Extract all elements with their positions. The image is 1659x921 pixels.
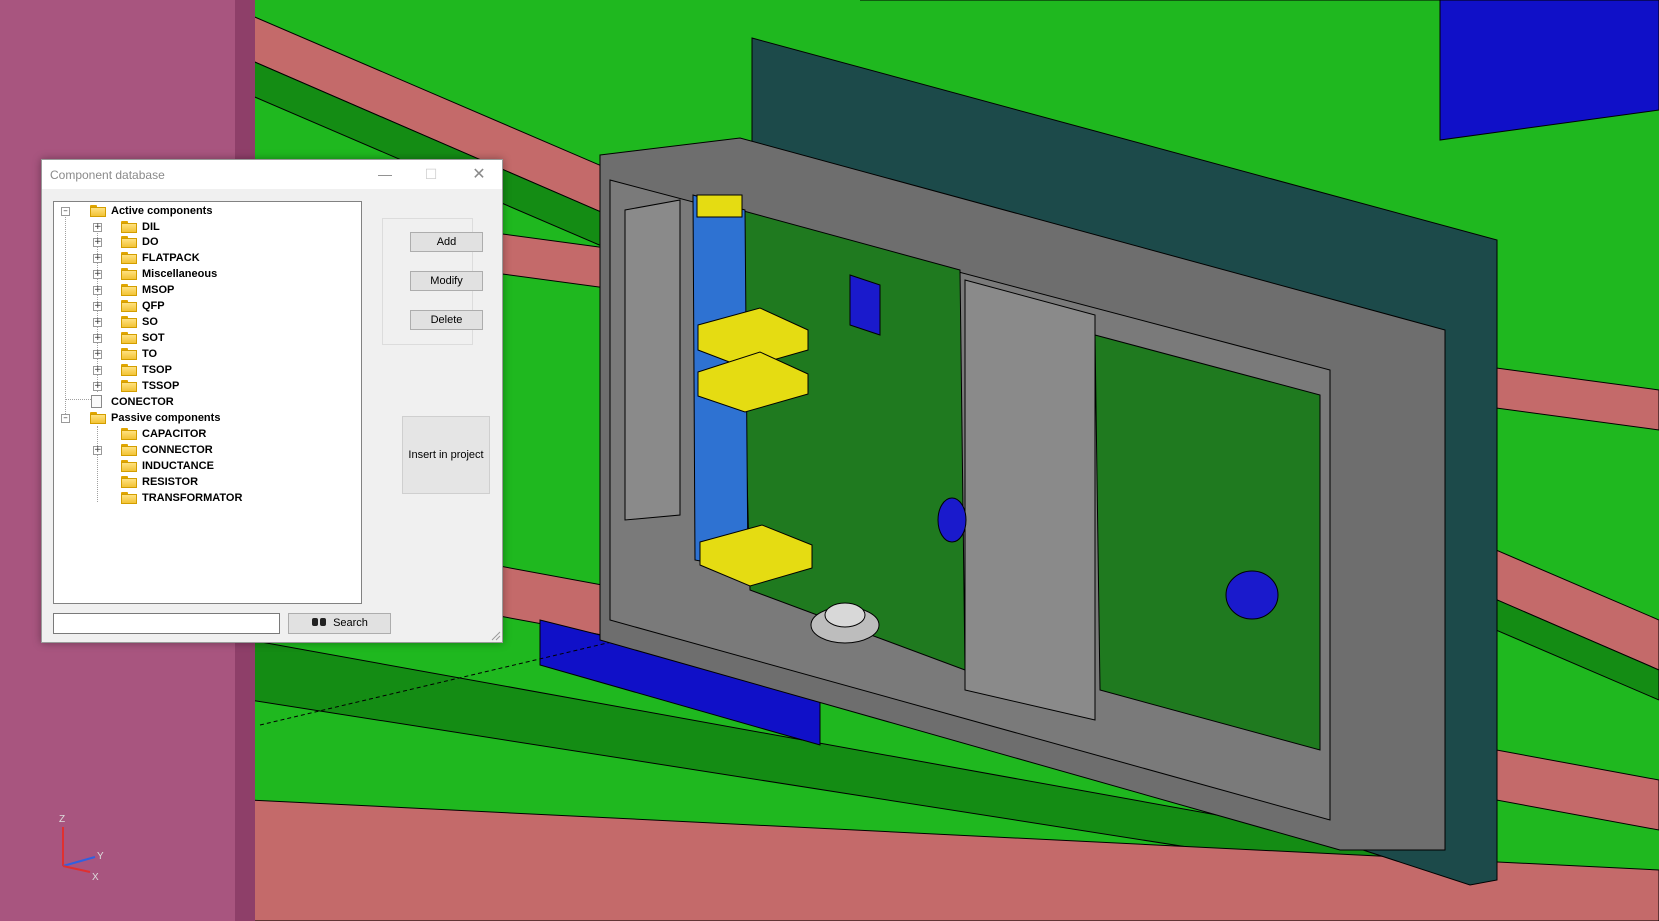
tree-node-transformator[interactable]: TRANSFORMATOR	[54, 490, 354, 506]
tree-node-label: TSSOP	[142, 380, 180, 392]
tree-node-inductance[interactable]: INDUCTANCE	[54, 458, 354, 474]
collapse-icon[interactable]: –	[61, 207, 70, 216]
folder-icon	[121, 380, 137, 392]
folder-icon	[121, 252, 137, 264]
expand-icon[interactable]: +	[93, 270, 102, 279]
close-button[interactable]: ✕	[456, 160, 502, 189]
search-input[interactable]	[53, 613, 280, 634]
tree-node-label: Active components	[111, 205, 213, 217]
maximize-button: ☐	[424, 166, 438, 182]
tree-node-passive-components[interactable]: – Passive components	[54, 410, 354, 426]
tree-node-label: FLATPACK	[142, 252, 200, 264]
ic-chip	[849, 274, 881, 336]
tree-node-capacitor[interactable]: CAPACITOR	[54, 426, 354, 442]
tree-node-connector[interactable]: + CONNECTOR	[54, 442, 354, 458]
tree-node-label: Miscellaneous	[142, 268, 218, 280]
expand-icon[interactable]: +	[93, 334, 102, 343]
expand-icon[interactable]: +	[93, 286, 102, 295]
insert-in-project-button[interactable]: Insert in project	[402, 416, 490, 494]
folder-icon	[121, 284, 137, 296]
folder-icon	[121, 492, 137, 504]
tree-node-label: Passive components	[111, 412, 221, 424]
pcb-right	[1094, 334, 1321, 751]
tree-node-label: QFP	[142, 300, 165, 312]
tree-node-tssop[interactable]: + TSSOP	[54, 378, 354, 394]
tree-node-msop[interactable]: + MSOP	[54, 282, 354, 298]
folder-icon	[121, 364, 137, 376]
component-tree[interactable]: – Active components + DIL + DO + FLATPAC…	[53, 201, 362, 604]
tree-node-so[interactable]: + SO	[54, 314, 354, 330]
tree-node-label: TO	[142, 348, 158, 360]
modify-button[interactable]: Modify	[410, 271, 483, 291]
expand-icon[interactable]: +	[93, 366, 102, 375]
blue-button-1	[937, 497, 967, 543]
tree-node-miscellaneous[interactable]: + Miscellaneous	[54, 266, 354, 282]
dialog-titlebar[interactable]: Component database — ☐ ✕	[42, 160, 502, 189]
component-database-dialog: Component database — ☐ ✕ – Active compon…	[41, 159, 503, 643]
tree-node-flatpack[interactable]: + FLATPACK	[54, 250, 354, 266]
search-button-label: Search	[333, 617, 368, 629]
dialog-title: Component database	[50, 168, 165, 182]
tree-node-tsop[interactable]: + TSOP	[54, 362, 354, 378]
folder-icon	[121, 236, 137, 248]
folder-icon	[121, 221, 137, 233]
expand-icon[interactable]: +	[93, 350, 102, 359]
folder-icon	[121, 316, 137, 328]
folder-icon	[121, 332, 137, 344]
tree-node-to[interactable]: + TO	[54, 346, 354, 362]
tree-node-resistor[interactable]: RESISTOR	[54, 474, 354, 490]
expand-icon[interactable]: +	[93, 302, 102, 311]
folder-icon	[121, 476, 137, 488]
tree-node-label: INDUCTANCE	[142, 460, 214, 472]
folder-icon	[90, 205, 106, 217]
folder-icon	[121, 444, 137, 456]
folder-icon	[121, 428, 137, 440]
tree-node-label: TSOP	[142, 364, 172, 376]
axis-z-label: Z	[59, 814, 65, 825]
delete-button[interactable]: Delete	[410, 310, 483, 330]
folder-icon	[121, 300, 137, 312]
tree-node-active-components[interactable]: – Active components	[54, 203, 354, 219]
tree-node-sot[interactable]: + SOT	[54, 330, 354, 346]
resize-grip-icon[interactable]	[491, 631, 501, 641]
tree-node-label: CONNECTOR	[142, 444, 213, 456]
minimize-button[interactable]: —	[362, 160, 408, 189]
folder-icon	[121, 268, 137, 280]
axis-y-label: Y	[97, 851, 104, 862]
tree-node-label: SOT	[142, 332, 165, 344]
axis-x-label: X	[92, 872, 99, 883]
binoculars-icon	[311, 616, 327, 627]
tree-node-label: DIL	[142, 221, 160, 233]
folder-icon	[121, 348, 137, 360]
tree-node-label: CAPACITOR	[142, 428, 207, 440]
tree-node-do[interactable]: + DO	[54, 234, 354, 250]
search-button[interactable]: Search	[288, 613, 391, 634]
tree-node-dil[interactable]: + DIL	[54, 219, 354, 235]
expand-icon[interactable]: +	[93, 223, 102, 232]
expand-icon[interactable]: +	[93, 382, 102, 391]
add-button[interactable]: Add	[410, 232, 483, 252]
tree-node-label: CONECTOR	[111, 396, 174, 408]
tree-node-label: SO	[142, 316, 158, 328]
blue-button-2	[1225, 570, 1279, 620]
tree-node-label: RESISTOR	[142, 476, 199, 488]
tree-node-conector[interactable]: CONECTOR	[54, 394, 354, 410]
expand-icon[interactable]: +	[93, 254, 102, 263]
expand-icon[interactable]: +	[93, 238, 102, 247]
expand-icon[interactable]: +	[93, 318, 102, 327]
tree-node-qfp[interactable]: + QFP	[54, 298, 354, 314]
folder-icon	[90, 412, 106, 424]
expand-icon[interactable]: +	[93, 446, 102, 455]
tree-node-label: DO	[142, 236, 159, 248]
tree-node-label: MSOP	[142, 284, 175, 296]
document-icon	[91, 395, 102, 408]
tree-node-label: TRANSFORMATOR	[142, 492, 243, 504]
collapse-icon[interactable]: –	[61, 414, 70, 423]
folder-icon	[121, 460, 137, 472]
